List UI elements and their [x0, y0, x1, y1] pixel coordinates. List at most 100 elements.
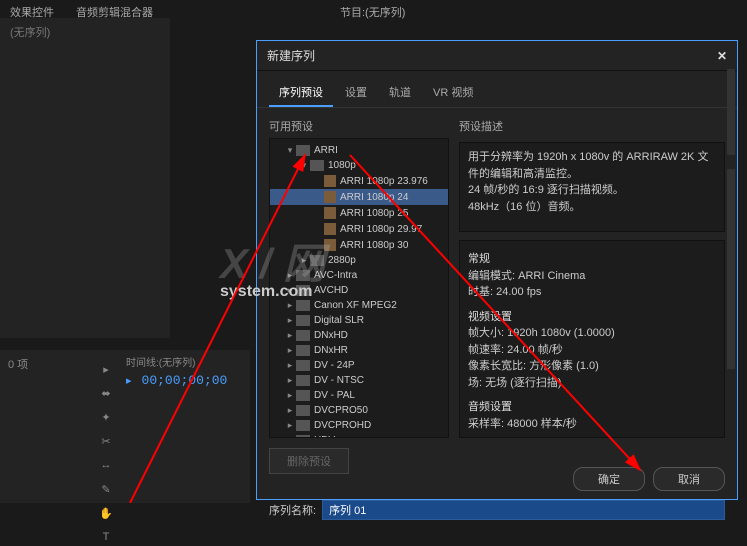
- tree-folder[interactable]: ▸ DNxHD: [270, 328, 448, 343]
- dialog-title: 新建序列: [267, 47, 315, 64]
- tree-label: DVCPRO50: [314, 405, 368, 416]
- sequence-name-input[interactable]: [322, 500, 725, 520]
- folder-icon: [296, 300, 310, 311]
- tree-label: 2880p: [328, 255, 356, 266]
- delete-preset-button[interactable]: 删除预设: [269, 448, 349, 474]
- twisty-icon[interactable]: ▸: [284, 405, 296, 416]
- tree-label: ARRI 1080p 24: [340, 192, 408, 203]
- preset-icon: [324, 239, 336, 251]
- pen-tool-icon[interactable]: ✎: [97, 480, 115, 498]
- folder-icon: [310, 160, 324, 171]
- twisty-icon[interactable]: ▸: [284, 300, 296, 311]
- tree-preset[interactable]: ARRI 1080p 25: [270, 205, 448, 221]
- timeline-label: 时间线:(无序列): [118, 350, 248, 373]
- detail-line: 帧速率: 24.00 帧/秒: [468, 342, 716, 359]
- tree-folder[interactable]: ▸ DVCPRO50: [270, 403, 448, 418]
- razor-tool-icon[interactable]: ✂: [97, 432, 115, 450]
- new-sequence-dialog: 新建序列 ✕ 序列预设 设置 轨道 VR 视频 可用预设 ▾ARRI▾1080p…: [256, 40, 738, 500]
- folder-icon: [296, 270, 310, 281]
- tree-preset[interactable]: ARRI 1080p 24: [270, 189, 448, 205]
- tree-folder[interactable]: ▸DV - 24P: [270, 358, 448, 373]
- cancel-button[interactable]: 取消: [653, 467, 725, 491]
- tree-label: DV - NTSC: [314, 375, 364, 386]
- twisty-icon[interactable]: ▸: [284, 375, 296, 386]
- tree-preset[interactable]: ARRI 1080p 23.976: [270, 173, 448, 189]
- description-panel: 预设描述 用于分辨率为 1920h x 1080v 的 ARRIRAW 2K 文…: [459, 118, 725, 438]
- twisty-icon[interactable]: ▸: [284, 285, 296, 296]
- tool-toolbar: ▸ ⬌ ✦ ✂ ↔ ✎ ✋ T: [95, 360, 117, 546]
- tree-preset[interactable]: ARRI 1080p 30: [270, 237, 448, 253]
- tree-label: DV - PAL: [314, 390, 355, 401]
- tree-folder[interactable]: ▸ DV - NTSC: [270, 373, 448, 388]
- tree-folder[interactable]: ▸DNxHR: [270, 343, 448, 358]
- playhead-icon: ▸: [126, 374, 132, 387]
- ripple-tool-icon[interactable]: ✦: [97, 408, 115, 426]
- tree-label: DNxHD: [314, 330, 348, 341]
- tab-program[interactable]: 节目:(无序列): [330, 0, 415, 24]
- detail-heading: 视频设置: [468, 309, 716, 326]
- tree-label: ARRI 1080p 25: [340, 208, 408, 219]
- folder-icon: [296, 345, 310, 356]
- track-select-tool-icon[interactable]: ⬌: [97, 384, 115, 402]
- tab-tracks[interactable]: 轨道: [379, 79, 421, 107]
- slip-tool-icon[interactable]: ↔: [97, 456, 115, 474]
- description-text: 用于分辨率为 1920h x 1080v 的 ARRIRAW 2K 文件的编辑和…: [459, 142, 725, 232]
- folder-icon: [296, 330, 310, 341]
- tree-folder[interactable]: ▸ DV - PAL: [270, 388, 448, 403]
- folder-icon: [296, 360, 310, 371]
- tab-sequence-preset[interactable]: 序列预设: [269, 79, 333, 107]
- preset-icon: [324, 223, 336, 235]
- ok-button[interactable]: 确定: [573, 467, 645, 491]
- folder-icon: [296, 315, 310, 326]
- tree-label: 1080p: [328, 160, 356, 171]
- tree-folder[interactable]: ▸HDV: [270, 433, 448, 438]
- preset-panel: 可用预设 ▾ARRI▾1080pARRI 1080p 23.976ARRI 10…: [269, 118, 449, 438]
- tree-folder[interactable]: ▸AVCHD: [270, 283, 448, 298]
- item-count: 0 项: [8, 356, 28, 372]
- tree-folder[interactable]: ▾ 1080p: [270, 158, 448, 173]
- tree-label: ARRI 1080p 30: [340, 240, 408, 251]
- tab-settings[interactable]: 设置: [335, 79, 377, 107]
- scrollbar[interactable]: [727, 169, 735, 369]
- tree-folder[interactable]: ▸AVC-Intra: [270, 268, 448, 283]
- twisty-icon[interactable]: ▸: [284, 390, 296, 401]
- twisty-icon[interactable]: ▸: [284, 360, 296, 371]
- tree-folder[interactable]: ▸Digital SLR: [270, 313, 448, 328]
- tree-folder[interactable]: ▾ARRI: [270, 143, 448, 158]
- twisty-icon[interactable]: ▾: [284, 145, 296, 156]
- tree-label: ARRI 1080p 29.97: [340, 224, 422, 235]
- tree-folder[interactable]: ▸Canon XF MPEG2: [270, 298, 448, 313]
- twisty-icon[interactable]: ▸: [284, 270, 296, 281]
- type-tool-icon[interactable]: T: [97, 528, 115, 546]
- close-icon[interactable]: ✕: [717, 49, 727, 63]
- folder-icon: [296, 375, 310, 386]
- detail-line: 时基: 24.00 fps: [468, 284, 716, 301]
- preset-tree[interactable]: ▾ARRI▾1080pARRI 1080p 23.976ARRI 1080p 2…: [269, 138, 449, 438]
- selection-tool-icon[interactable]: ▸: [97, 360, 115, 378]
- timecode[interactable]: 00;00;00;00: [142, 373, 228, 388]
- dialog-titlebar: 新建序列 ✕: [257, 41, 737, 71]
- twisty-icon[interactable]: ▸: [284, 420, 296, 431]
- detail-heading: 常规: [468, 251, 716, 268]
- twisty-icon[interactable]: ▾: [298, 160, 310, 171]
- folder-icon: [296, 405, 310, 416]
- folder-icon: [296, 420, 310, 431]
- dialog-tabs: 序列预设 设置 轨道 VR 视频: [257, 71, 737, 108]
- detail-line: 编辑模式: ARRI Cinema: [468, 268, 716, 285]
- folder-icon: [296, 435, 310, 438]
- twisty-icon[interactable]: ▸: [284, 345, 296, 356]
- effects-panel: (无序列): [0, 18, 170, 338]
- twisty-icon[interactable]: ▸: [284, 315, 296, 326]
- tree-preset[interactable]: ARRI 1080p 29.97: [270, 221, 448, 237]
- timeline-panel: 时间线:(无序列) ▸ 00;00;00;00: [118, 350, 248, 500]
- preset-details: 常规 编辑模式: ARRI Cinema 时基: 24.00 fps 视频设置 …: [459, 240, 725, 438]
- twisty-icon[interactable]: ▸: [284, 330, 296, 341]
- tree-folder[interactable]: ▸ 2880p: [270, 253, 448, 268]
- scrollbar[interactable]: [727, 69, 735, 155]
- preset-icon: [324, 191, 336, 203]
- twisty-icon[interactable]: ▸: [284, 435, 296, 438]
- twisty-icon[interactable]: ▸: [298, 255, 310, 266]
- tree-folder[interactable]: ▸DVCPROHD: [270, 418, 448, 433]
- tab-vr[interactable]: VR 视频: [423, 79, 483, 107]
- hand-tool-icon[interactable]: ✋: [97, 504, 115, 522]
